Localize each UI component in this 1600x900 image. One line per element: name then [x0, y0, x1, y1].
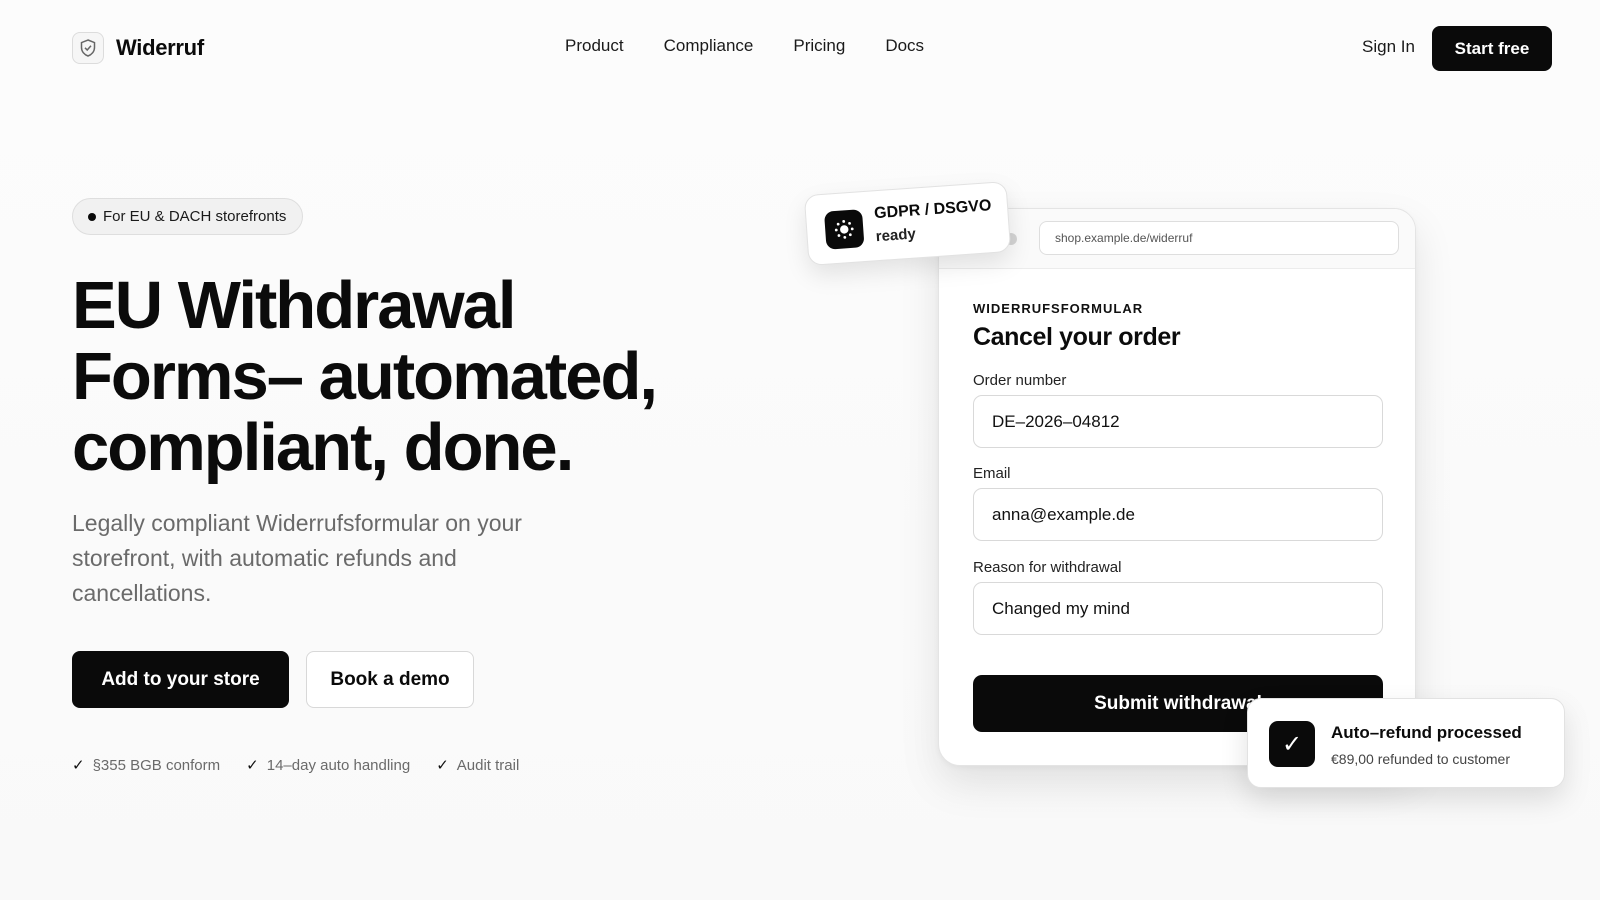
brand-name: Widerruf [116, 35, 204, 60]
check-item: ✓ §355 BGB conform [72, 756, 221, 775]
browser-bar: shop.example.de/widerruf [939, 209, 1415, 269]
withdrawal-form-card: shop.example.de/widerruf WIDERRUFSFORMUL… [938, 208, 1416, 766]
gdpr-status: ready [875, 225, 917, 246]
check-label: Audit trail [456, 756, 520, 774]
shield-icon [72, 32, 104, 64]
eu-stars-icon [823, 209, 865, 250]
toast-title: Auto–refund processed [1331, 723, 1522, 742]
check-label: 14–day auto handling [266, 756, 411, 774]
check-item: ✓ Audit trail [436, 756, 520, 775]
order-number-label: Order number [973, 372, 1067, 389]
gdpr-badge: GDPR / DSGVO ready [803, 181, 1012, 266]
url-bar[interactable]: shop.example.de/widerruf [1039, 221, 1399, 255]
email-label: Email [973, 465, 1011, 482]
check-icon: ✓ [246, 757, 259, 774]
nav-link-pricing[interactable]: Pricing [793, 36, 845, 56]
hero-subtext: Legally compliant Widerrufsformular on y… [72, 510, 522, 606]
nav-links: Product Compliance Pricing Docs [565, 36, 924, 56]
top-nav: Widerruf Product Compliance Pricing Docs… [0, 0, 1600, 96]
reason-field[interactable]: Changed my mind [973, 582, 1383, 635]
gdpr-title: GDPR / DSGVO [873, 197, 992, 223]
order-number-field[interactable]: DE–2026–04812 [973, 395, 1383, 448]
pill-label: For EU & DACH storefronts [103, 208, 287, 225]
sign-in-link[interactable]: Sign In [1362, 37, 1415, 57]
check-icon: ✓ [1269, 721, 1315, 767]
brand[interactable]: Widerruf [72, 32, 204, 64]
hero-headline: EU Withdrawal Forms– automated, complian… [72, 268, 658, 485]
check-icon: ✓ [72, 757, 85, 774]
book-demo-button[interactable]: Book a demo [306, 651, 474, 708]
email-field[interactable]: anna@example.de [973, 488, 1383, 541]
refund-toast: ✓ Auto–refund processed €89,00 refunded … [1247, 698, 1565, 788]
feature-checks: ✓ §355 BGB conform ✓ 14–day auto handlin… [72, 756, 520, 775]
nav-link-product[interactable]: Product [565, 36, 624, 56]
start-free-button[interactable]: Start free [1432, 26, 1552, 71]
landing-page: Widerruf Product Compliance Pricing Docs… [0, 0, 1600, 900]
form-title: Cancel your order [973, 323, 1181, 351]
form-eyebrow: WIDERRUFSFORMULAR [973, 301, 1144, 316]
nav-link-compliance[interactable]: Compliance [664, 36, 754, 56]
check-label: §355 BGB conform [92, 756, 221, 774]
toast-subtitle: €89,00 refunded to customer [1331, 751, 1511, 767]
nav-link-docs[interactable]: Docs [885, 36, 924, 56]
check-item: ✓ 14–day auto handling [246, 756, 411, 775]
audience-pill: For EU & DACH storefronts [72, 198, 304, 235]
add-to-store-button[interactable]: Add to your store [72, 651, 289, 708]
reason-label: Reason for withdrawal [973, 559, 1122, 576]
pill-dot [88, 213, 96, 221]
check-icon: ✓ [436, 757, 449, 774]
